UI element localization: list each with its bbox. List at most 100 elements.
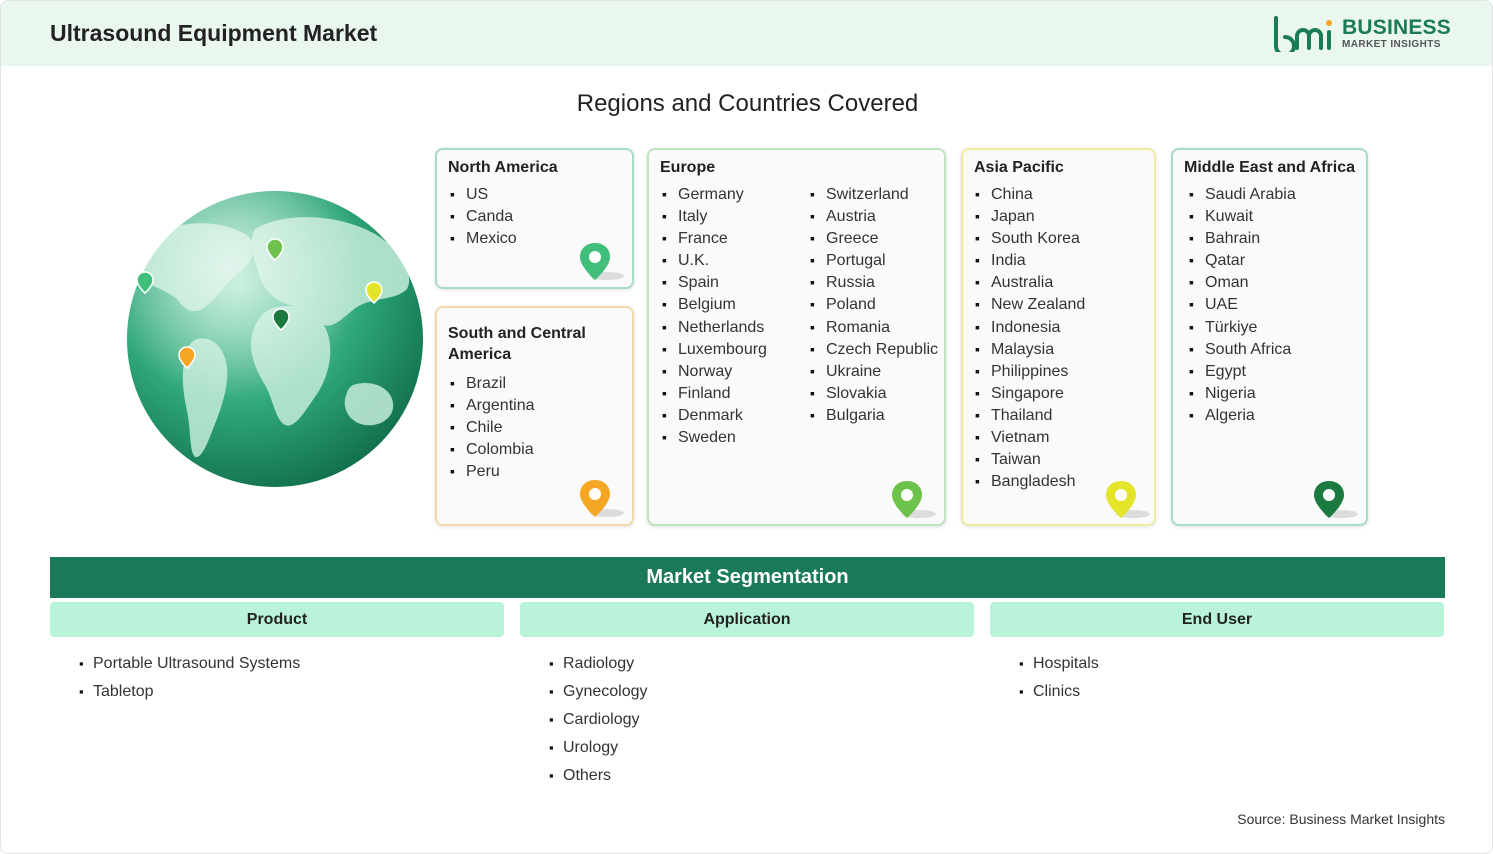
- list-item: Brazil: [450, 372, 535, 394]
- list-item: Spain: [662, 271, 767, 293]
- country-list: USCandaMexico: [450, 183, 517, 249]
- list-item: Algeria: [1189, 404, 1296, 426]
- list-item: Others: [549, 764, 648, 792]
- list-item: Singapore: [975, 382, 1085, 404]
- list-item: France: [662, 227, 767, 249]
- list-item: Kuwait: [1189, 205, 1296, 227]
- segment-heading-application: Application: [520, 602, 974, 637]
- map-pin-icon: [1106, 481, 1150, 518]
- list-item: China: [975, 183, 1085, 205]
- list-item: Egypt: [1189, 360, 1296, 382]
- map-pin-icon: [892, 481, 936, 518]
- list-item: Indonesia: [975, 316, 1085, 338]
- region-name: South and Central America: [448, 325, 586, 363]
- list-item: Luxembourg: [662, 338, 767, 360]
- list-item: Netherlands: [662, 316, 767, 338]
- list-item: Thailand: [975, 404, 1085, 426]
- list-item: Taiwan: [975, 448, 1085, 470]
- region-name: Middle East and Africa: [1184, 159, 1355, 176]
- list-item: Czech Republic: [810, 338, 938, 360]
- list-item: Portable Ultrasound Systems: [79, 652, 300, 680]
- segment-heading-end-user: End User: [990, 602, 1444, 637]
- list-item: Nigeria: [1189, 382, 1296, 404]
- list-item: Bahrain: [1189, 227, 1296, 249]
- segment-list-end-user: HospitalsClinics: [1019, 652, 1099, 708]
- country-list: BrazilArgentinaChileColombiaPeru: [450, 372, 535, 482]
- logo-mark-icon: [1274, 16, 1332, 52]
- country-list-col2: SwitzerlandAustriaGreecePortugalRussiaPo…: [810, 183, 938, 426]
- list-item: Sweden: [662, 426, 767, 448]
- list-item: Italy: [662, 205, 767, 227]
- list-item: Canda: [450, 205, 517, 227]
- list-item: Bangladesh: [975, 470, 1085, 492]
- region-card-north-america: North America USCandaMexico: [435, 148, 634, 289]
- region-name: Europe: [660, 159, 716, 176]
- map-pin-icon: [580, 243, 624, 280]
- list-item: UAE: [1189, 293, 1296, 315]
- map-pin-icon: [580, 480, 624, 517]
- list-item: Mexico: [450, 227, 517, 249]
- list-item: Urology: [549, 736, 648, 764]
- list-item: Denmark: [662, 404, 767, 426]
- list-item: Ukraine: [810, 360, 938, 382]
- list-item: Türkiye: [1189, 316, 1296, 338]
- region-card-middle-east-africa: Middle East and Africa Saudi ArabiaKuwai…: [1171, 148, 1368, 526]
- list-item: Romania: [810, 316, 938, 338]
- list-item: Gynecology: [549, 680, 648, 708]
- regions-title: Regions and Countries Covered: [576, 90, 919, 117]
- list-item: Argentina: [450, 394, 535, 416]
- list-item: Germany: [662, 183, 767, 205]
- list-item: Finland: [662, 382, 767, 404]
- list-item: Cardiology: [549, 708, 648, 736]
- list-item: Tabletop: [79, 680, 300, 708]
- list-item: New Zealand: [975, 293, 1085, 315]
- list-item: Vietnam: [975, 426, 1085, 448]
- list-item: Philippines: [975, 360, 1085, 382]
- logo-subtitle: MARKET INSIGHTS: [1342, 39, 1441, 50]
- list-item: Bulgaria: [810, 404, 938, 426]
- list-item: Qatar: [1189, 249, 1296, 271]
- list-item: Hospitals: [1019, 652, 1099, 680]
- list-item: Malaysia: [975, 338, 1085, 360]
- list-item: Switzerland: [810, 183, 938, 205]
- region-name: North America: [448, 159, 558, 176]
- country-list: ChinaJapanSouth KoreaIndiaAustraliaNew Z…: [975, 183, 1085, 492]
- list-item: Russia: [810, 271, 938, 293]
- region-card-europe: Europe GermanyItalyFranceU.K.SpainBelgiu…: [647, 148, 946, 526]
- segment-heading-product: Product: [50, 602, 504, 637]
- country-list-col1: GermanyItalyFranceU.K.SpainBelgiumNether…: [662, 183, 767, 448]
- list-item: Greece: [810, 227, 938, 249]
- list-item: Australia: [975, 271, 1085, 293]
- list-item: Clinics: [1019, 680, 1099, 708]
- list-item: Radiology: [549, 652, 648, 680]
- source-note: Source: Business Market Insights: [1237, 811, 1445, 827]
- header-band: Ultrasound Equipment Market BUSINESS MAR…: [1, 1, 1492, 66]
- list-item: Colombia: [450, 438, 535, 460]
- page-title: Ultrasound Equipment Market: [50, 20, 378, 46]
- segment-list-product: Portable Ultrasound SystemsTabletop: [79, 652, 300, 708]
- list-item: Norway: [662, 360, 767, 382]
- globe-icon: [127, 191, 423, 487]
- list-item: Belgium: [662, 293, 767, 315]
- region-card-asia-pacific: Asia Pacific ChinaJapanSouth KoreaIndiaA…: [961, 148, 1156, 526]
- region-name: Asia Pacific: [974, 159, 1064, 176]
- logo-wordmark: BUSINESS: [1342, 16, 1451, 39]
- country-list: Saudi ArabiaKuwaitBahrainQatarOmanUAETür…: [1189, 183, 1296, 426]
- segment-list-application: RadiologyGynecologyCardiologyUrologyOthe…: [549, 652, 648, 792]
- list-item: Poland: [810, 293, 938, 315]
- list-item: Japan: [975, 205, 1085, 227]
- list-item: Chile: [450, 416, 535, 438]
- region-card-south-central-america: South and Central America BrazilArgentin…: [435, 306, 634, 526]
- infographic-frame: Ultrasound Equipment Market BUSINESS MAR…: [0, 0, 1493, 854]
- map-pin-icon: [1314, 481, 1358, 518]
- brand-logo: BUSINESS MARKET INSIGHTS: [1273, 16, 1451, 54]
- segmentation-title-bar: Market Segmentation: [50, 557, 1445, 598]
- list-item: US: [450, 183, 517, 205]
- list-item: India: [975, 249, 1085, 271]
- list-item: U.K.: [662, 249, 767, 271]
- list-item: South Africa: [1189, 338, 1296, 360]
- list-item: Peru: [450, 460, 535, 482]
- list-item: Slovakia: [810, 382, 938, 404]
- list-item: Oman: [1189, 271, 1296, 293]
- list-item: South Korea: [975, 227, 1085, 249]
